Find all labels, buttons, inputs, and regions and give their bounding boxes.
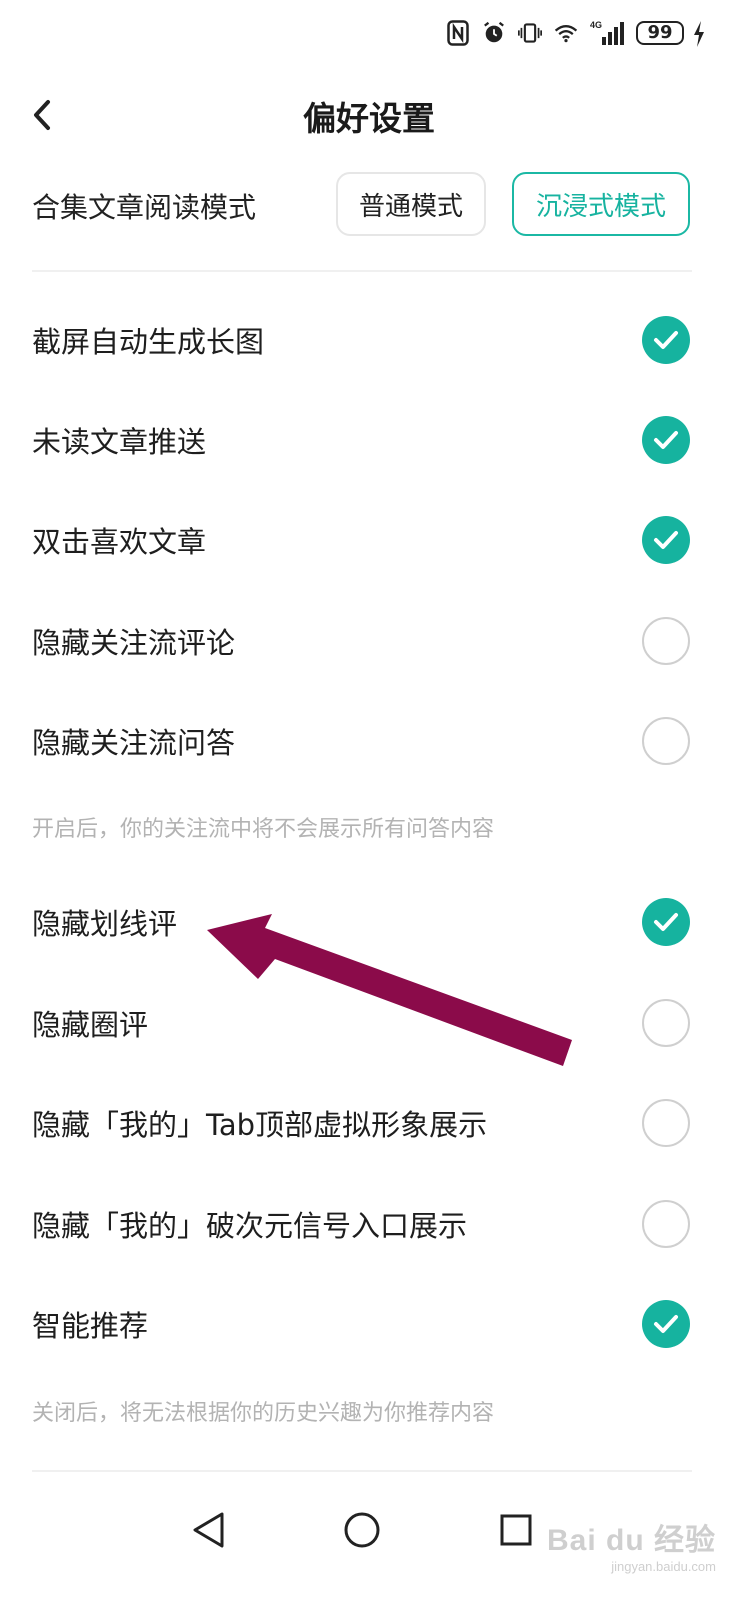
normal-mode-button[interactable]: 普通模式	[336, 172, 486, 236]
checkbox[interactable]	[642, 316, 690, 364]
checkbox[interactable]	[642, 1099, 690, 1147]
checkbox[interactable]	[642, 1300, 690, 1348]
recommend-hint-text: 关闭后，将无法根据你的历史兴趣为你推荐内容	[32, 1401, 495, 1426]
checkbox[interactable]	[642, 1200, 690, 1248]
checkmark-icon	[654, 531, 678, 549]
signal-icon: 4G	[590, 18, 624, 48]
vibrate-icon	[518, 18, 542, 48]
divider	[32, 270, 692, 272]
setting-row-long-screenshot[interactable]: 截屏自动生成长图	[0, 300, 738, 380]
checkbox[interactable]	[642, 999, 690, 1047]
setting-row-smart-recommend[interactable]: 智能推荐	[0, 1284, 738, 1364]
status-icons: 4G 99	[446, 18, 684, 48]
setting-row-hide-feed-comments[interactable]: 隐藏关注流评论	[0, 601, 738, 681]
checkbox[interactable]	[642, 516, 690, 564]
checkbox[interactable]	[642, 617, 690, 665]
watermark-logo: Bai du 经验	[546, 1524, 716, 1557]
setting-label: 截屏自动生成长图	[32, 325, 265, 359]
watermark-url: jingyan.baidu.com	[611, 1559, 716, 1574]
setting-label: 智能推荐	[32, 1309, 149, 1343]
checkbox[interactable]	[642, 416, 690, 464]
checkbox[interactable]	[642, 898, 690, 946]
checkmark-icon	[654, 331, 678, 349]
setting-row-double-tap-like[interactable]: 双击喜欢文章	[0, 500, 738, 580]
setting-label: 隐藏「我的」Tab顶部虚拟形象展示	[32, 1108, 488, 1142]
checkbox[interactable]	[642, 717, 690, 765]
reading-mode-label: 合集文章阅读模式	[32, 191, 257, 224]
watermark: Bai du 经验 jingyan.baidu.com	[547, 1515, 716, 1574]
setting-label: 隐藏划线评	[32, 907, 178, 941]
checkmark-icon	[654, 1315, 678, 1333]
setting-row-unread-push[interactable]: 未读文章推送	[0, 400, 738, 480]
qa-hint-text: 开启后，你的关注流中将不会展示所有问答内容	[32, 817, 495, 842]
charging-icon	[692, 20, 706, 52]
header: 偏好设置	[0, 70, 738, 160]
setting-label: 隐藏关注流问答	[32, 726, 236, 760]
setting-label: 未读文章推送	[32, 425, 207, 459]
alarm-icon	[482, 18, 506, 48]
setting-row-hide-signal-entry[interactable]: 隐藏「我的」破次元信号入口展示	[0, 1184, 738, 1264]
setting-label: 双击喜欢文章	[32, 525, 207, 559]
wifi-icon	[554, 18, 578, 48]
battery-icon: 99	[636, 21, 684, 45]
status-bar: 4G 99	[0, 0, 738, 70]
setting-row-hide-feed-qa[interactable]: 隐藏关注流问答	[0, 701, 738, 781]
setting-label: 隐藏关注流评论	[32, 626, 236, 660]
setting-row-hide-underline-comments[interactable]: 隐藏划线评	[0, 882, 738, 962]
divider	[32, 1470, 692, 1472]
reading-mode-row: 合集文章阅读模式 普通模式 沉浸式模式	[0, 172, 738, 242]
immersive-mode-button[interactable]: 沉浸式模式	[512, 172, 690, 236]
setting-label: 隐藏圈评	[32, 1008, 149, 1042]
setting-row-hide-circle-comments[interactable]: 隐藏圈评	[0, 983, 738, 1063]
checkmark-icon	[654, 913, 678, 931]
nfc-icon	[446, 18, 470, 48]
svg-text:4G: 4G	[590, 20, 602, 30]
back-triangle-icon[interactable]	[186, 1508, 230, 1552]
setting-row-hide-avatar-display[interactable]: 隐藏「我的」Tab顶部虚拟形象展示	[0, 1083, 738, 1163]
home-circle-icon[interactable]	[340, 1508, 384, 1552]
page-title: 偏好设置	[303, 99, 435, 138]
recents-square-icon[interactable]	[494, 1508, 538, 1552]
checkmark-icon	[654, 431, 678, 449]
setting-label: 隐藏「我的」破次元信号入口展示	[32, 1209, 468, 1243]
